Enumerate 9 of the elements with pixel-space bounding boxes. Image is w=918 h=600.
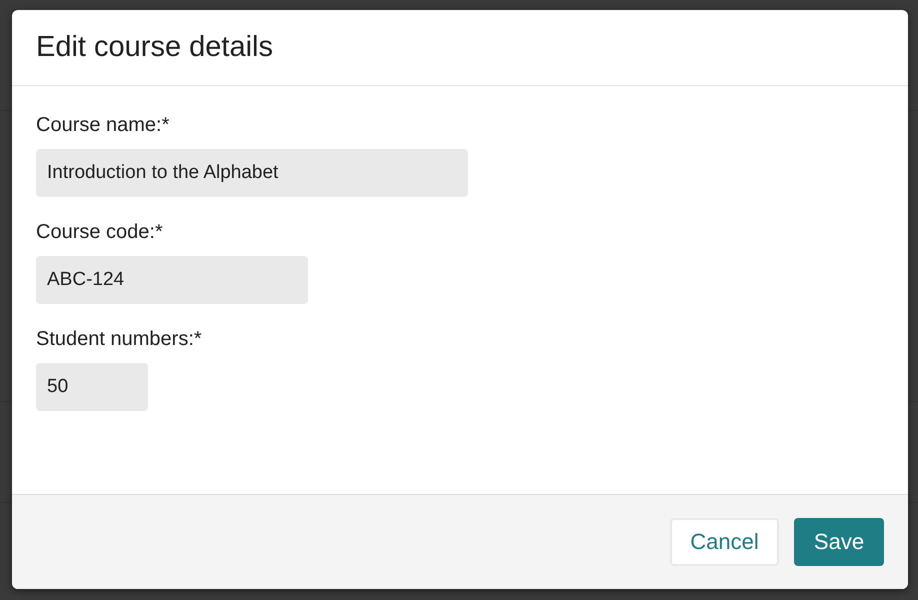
save-button[interactable]: Save xyxy=(794,518,884,566)
input-field[interactable]: ABC-124 xyxy=(36,256,308,304)
field-label: Student numbers:* xyxy=(36,328,202,351)
field-label: Course name:* xyxy=(36,114,170,137)
field-label: Course code:* xyxy=(36,221,163,244)
input-field[interactable]: 50 xyxy=(36,363,148,411)
cancel-button[interactable]: Cancel xyxy=(670,518,779,566)
input-field[interactable]: Introduction to the Alphabet xyxy=(36,149,468,197)
dialog-title: Edit course details xyxy=(36,31,273,64)
